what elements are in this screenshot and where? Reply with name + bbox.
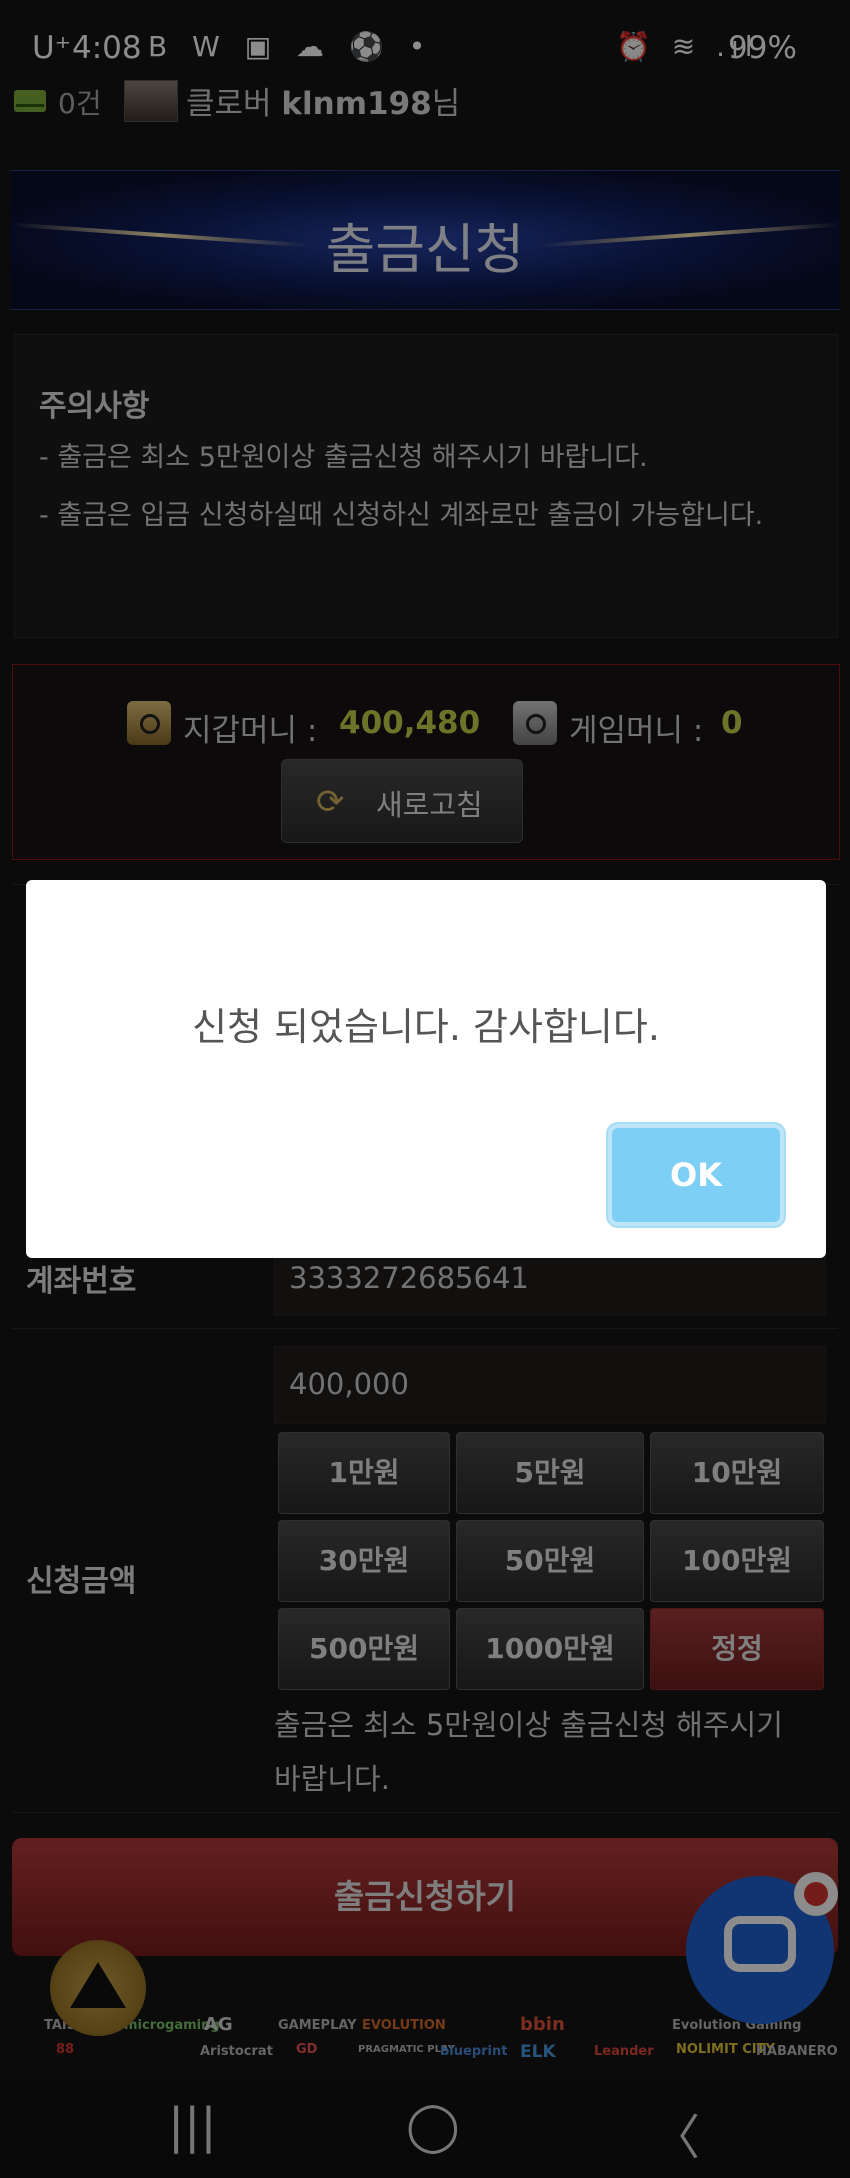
dialog-message: 신청 되었습니다. 감사합니다. [192, 1005, 660, 1049]
alert-dialog: 신청 되었습니다. 감사합니다. OK [26, 880, 826, 1258]
ok-button[interactable]: OK [608, 1124, 784, 1226]
